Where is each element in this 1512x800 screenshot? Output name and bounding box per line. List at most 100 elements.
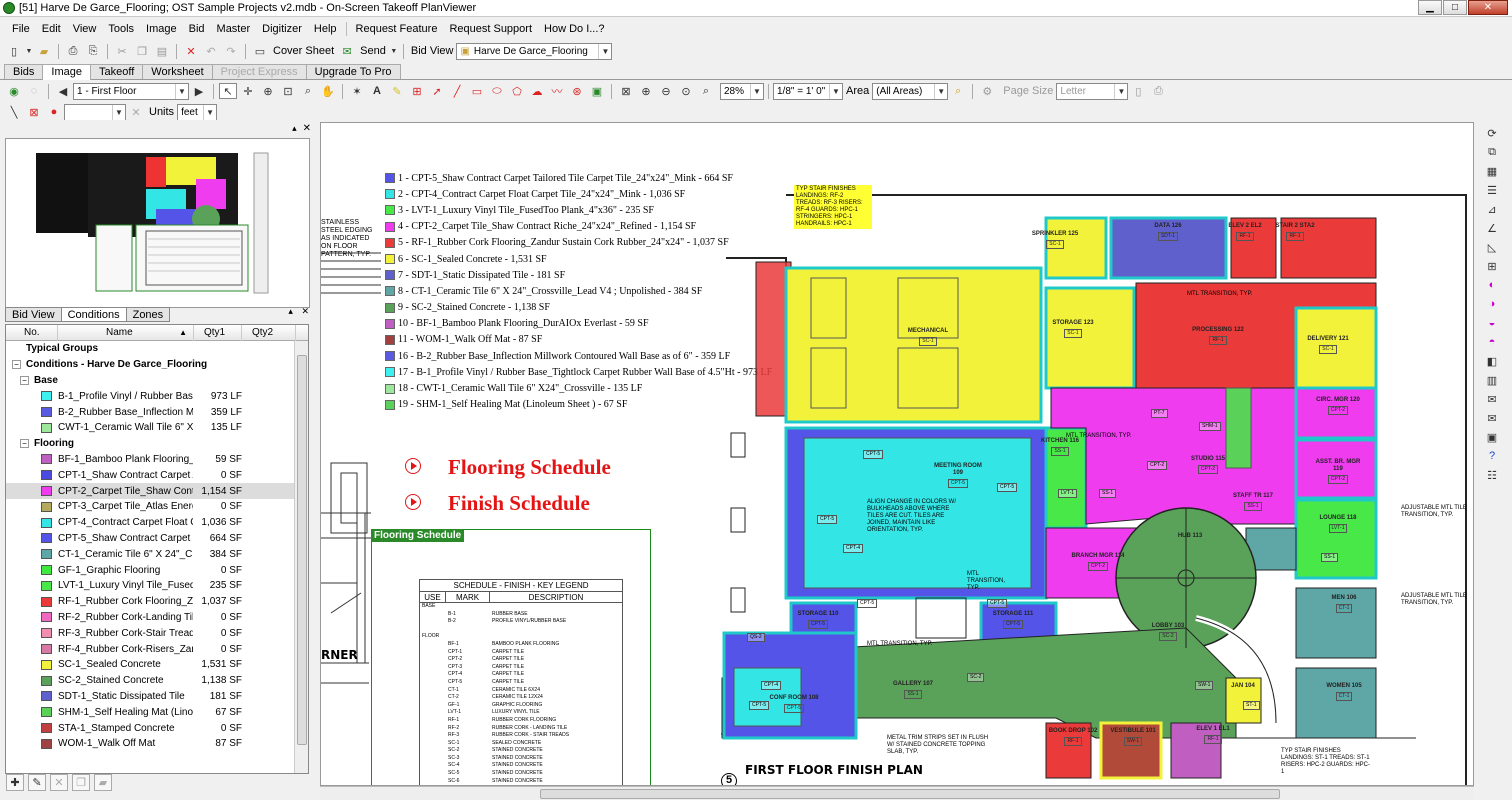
annotate-icon[interactable]: ◒ bbox=[1484, 315, 1500, 331]
units-select[interactable]: feet ▼ bbox=[177, 103, 218, 121]
measure-icon[interactable]: ⊿ bbox=[1484, 201, 1500, 217]
room-men[interactable]: MEN 106 CT-1 bbox=[1317, 595, 1371, 613]
condition-row[interactable]: RF-1_Rubber Cork Flooring_Zan... 1,037 SF bbox=[6, 594, 308, 610]
slope-icon[interactable]: ◺ bbox=[1484, 239, 1500, 255]
condition-row[interactable]: SDT-1_Static Dissipated Tile 181 SF bbox=[6, 689, 308, 705]
zoom-previous-icon[interactable]: ⊙ bbox=[677, 83, 695, 99]
clear-measure-icon[interactable]: ✕ bbox=[127, 104, 145, 120]
column-qty2[interactable]: Qty2 bbox=[242, 325, 296, 341]
legend-item[interactable]: 11 - WOM-1_Walk Off Mat - 87 SF bbox=[385, 332, 772, 348]
column-qty1[interactable]: Qty1 bbox=[194, 325, 242, 341]
legend-item[interactable]: 9 - SC-2_Stained Concrete - 1,138 SF bbox=[385, 300, 772, 316]
room-lobby[interactable]: LOBBY 103 SC-2 bbox=[1141, 623, 1195, 641]
room-kitchen[interactable]: KITCHEN 116 SS-1 bbox=[1033, 438, 1087, 456]
condition-row[interactable]: CPT-4_Contract Carpet Float Car... 1,036 … bbox=[6, 515, 308, 531]
prev-page-icon[interactable]: ◀ bbox=[54, 83, 72, 99]
menu-master[interactable]: Master bbox=[211, 23, 257, 35]
legend-tool-icon[interactable]: ▣ bbox=[588, 83, 606, 99]
tab-zones[interactable]: Zones bbox=[125, 307, 171, 322]
play-flooring-icon[interactable] bbox=[405, 458, 421, 474]
collapse-icon[interactable]: − bbox=[12, 360, 21, 370]
condition-row[interactable]: SC-2_Stained Concrete 1,138 SF bbox=[6, 673, 308, 689]
tab-image[interactable]: Image bbox=[42, 64, 91, 80]
legend-item[interactable]: 8 - CT-1_Ceramic Tile 6" X 24"_Crossvill… bbox=[385, 283, 772, 299]
legend-item[interactable]: 6 - SC-1_Sealed Concrete - 1,531 SF bbox=[385, 251, 772, 267]
room-meeting[interactable]: MEETING ROOM 109 CPT-5 bbox=[931, 463, 985, 488]
room-elev2[interactable]: ELEV 2 EL2 RF-1 bbox=[1218, 223, 1272, 241]
condition-row[interactable]: CPT-3_Carpet Tile_Atlas Energy ... 0 SF bbox=[6, 499, 308, 515]
print-page-icon[interactable]: ⎙ bbox=[1149, 83, 1167, 99]
area-search-icon[interactable]: ⌕ bbox=[949, 83, 967, 99]
zoom-select[interactable]: 28% ▼ bbox=[720, 82, 764, 100]
room-lounge[interactable]: LOUNGE 118 LVT-1 bbox=[1311, 515, 1365, 533]
typical-groups-row[interactable]: Typical Groups bbox=[6, 341, 308, 357]
room-circ[interactable]: CIRC. MGR 120 CPT-2 bbox=[1311, 397, 1365, 415]
condition-folder-icon[interactable]: ▰ bbox=[94, 773, 112, 791]
list-icon[interactable]: ☷ bbox=[1484, 467, 1500, 483]
rectangle-tool-icon[interactable]: ▭ bbox=[468, 83, 486, 99]
legend-item[interactable]: 5 - RF-1_Rubber Cork Flooring_Zandur Sus… bbox=[385, 235, 772, 251]
legend-item[interactable]: 10 - BF-1_Bamboo Plank Flooring_DurAIOx … bbox=[385, 316, 772, 332]
tab-project-express[interactable]: Project Express bbox=[211, 64, 307, 79]
close-pane-icon[interactable]: ✕ bbox=[301, 306, 309, 316]
hyperlink-icon[interactable]: ⊛ bbox=[568, 83, 586, 99]
conditions-grid[interactable]: No. Name ▲ Qty1 Qty2 Typical Groups − Cond… bbox=[5, 324, 309, 774]
split-icon[interactable]: ▥ bbox=[1484, 372, 1500, 388]
tab-conditions[interactable]: Conditions bbox=[60, 307, 127, 322]
room-stair2[interactable]: STAIR 2 STA2 RF-1 bbox=[1268, 223, 1322, 241]
conditions-root-row[interactable]: − Conditions - Harve De Garce_Flooring bbox=[6, 357, 308, 373]
next-page-icon[interactable]: ▶ bbox=[190, 83, 208, 99]
room-book[interactable]: BOOK DROP 102 RF-1 bbox=[1046, 728, 1100, 746]
highlight-icon[interactable]: ◐ bbox=[1484, 277, 1500, 293]
legend-item[interactable]: 18 - CWT-1_Ceramic Wall Tile 6" X24"_Cro… bbox=[385, 380, 772, 396]
open-folder-icon[interactable]: ▰ bbox=[35, 43, 53, 59]
legend-item[interactable]: 1 - CPT-5_Shaw Contract Carpet Tailored … bbox=[385, 170, 772, 186]
tab-worksheet[interactable]: Worksheet bbox=[142, 64, 213, 79]
legend-item[interactable]: 7 - SDT-1_Static Dissipated Tile - 181 S… bbox=[385, 267, 772, 283]
legend-item[interactable]: 17 - B-1_Profile Vinyl / Rubber Base_Tig… bbox=[385, 364, 772, 380]
zoom-in-icon[interactable]: ⊕ bbox=[259, 83, 277, 99]
rotate-icon[interactable]: ⟳ bbox=[1484, 125, 1500, 141]
scale-select[interactable]: 1/8" = 1' 0" ▼ bbox=[773, 82, 843, 100]
delete-icon[interactable]: ✕ bbox=[182, 43, 200, 59]
cut-icon[interactable]: ✂ bbox=[113, 43, 131, 59]
legend-item[interactable]: 19 - SHM-1_Self Healing Mat (Linoleum Sh… bbox=[385, 397, 772, 413]
room-conf[interactable]: CONF ROOM 108 CPT-5 bbox=[767, 695, 821, 713]
record-icon[interactable]: ● bbox=[45, 104, 63, 120]
legend-item[interactable]: 3 - LVT-1_Luxury Vinyl Tile_FusedToo Pla… bbox=[385, 202, 772, 218]
delete-condition-icon[interactable]: ✕ bbox=[50, 773, 68, 791]
condition-row[interactable]: B-1_Profile Vinyl / Rubber Base_... 973 L… bbox=[6, 388, 308, 404]
measure-select[interactable]: ▼ bbox=[64, 103, 126, 121]
base-group-row[interactable]: − Base bbox=[6, 373, 308, 389]
room-processing[interactable]: PROCESSING 122 RF-1 bbox=[1191, 327, 1245, 345]
condition-row[interactable]: CT-1_Ceramic Tile 6" X 24"_Cro... 384 SF bbox=[6, 546, 308, 562]
page-setup-icon[interactable]: ⚙ bbox=[978, 83, 996, 99]
condition-row[interactable]: RF-2_Rubber Cork-Landing Tile_... 0 SF bbox=[6, 610, 308, 626]
minimize-button[interactable]: ▁ bbox=[1418, 0, 1442, 15]
add-condition-icon[interactable]: ✚ bbox=[6, 773, 24, 791]
tab-bid-view[interactable]: Bid View bbox=[5, 307, 62, 322]
angle-icon[interactable]: ∠ bbox=[1484, 220, 1500, 236]
print-preview-icon[interactable]: ⎘ bbox=[84, 43, 102, 59]
paste-icon[interactable]: ▤ bbox=[153, 43, 171, 59]
magic-wand-icon[interactable]: ✶ bbox=[348, 83, 366, 99]
room-storage110[interactable]: STORAGE 110 CPT-5 bbox=[791, 611, 845, 629]
tab-upgrade-to-pro[interactable]: Upgrade To Pro bbox=[305, 64, 401, 79]
tag-icon[interactable]: ◓ bbox=[1484, 334, 1500, 350]
condition-row[interactable]: SC-1_Sealed Concrete 1,531 SF bbox=[6, 657, 308, 673]
line-tool-icon[interactable]: ╱ bbox=[448, 83, 466, 99]
count-icon[interactable]: ⊞ bbox=[1484, 258, 1500, 274]
legend-item[interactable]: 16 - B-2_Rubber Base_Inflection Millwork… bbox=[385, 348, 772, 364]
pin-icon[interactable]: ▴ bbox=[288, 306, 293, 316]
menu-edit[interactable]: Edit bbox=[36, 23, 67, 35]
condition-row[interactable]: LVT-1_Luxury Vinyl Tile_FusedT... 235 SF bbox=[6, 578, 308, 594]
menu-help[interactable]: Help bbox=[308, 23, 343, 35]
help-icon[interactable]: ? bbox=[1484, 448, 1500, 464]
collapse-icon[interactable]: − bbox=[20, 375, 29, 385]
flooring-group-row[interactable]: − Flooring bbox=[6, 436, 308, 452]
redo-icon[interactable]: ↷ bbox=[222, 43, 240, 59]
menu-tools[interactable]: Tools bbox=[102, 23, 140, 35]
comment-icon[interactable]: ✉ bbox=[1484, 391, 1500, 407]
menu-image[interactable]: Image bbox=[140, 23, 183, 35]
room-data[interactable]: DATA 126 SDT-1 bbox=[1141, 223, 1195, 241]
